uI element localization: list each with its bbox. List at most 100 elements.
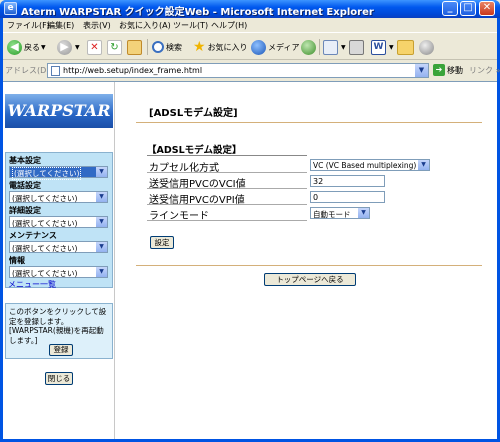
title-bar: e Aterm WARPSTAR クイック設定Web - Microsoft I… (0, 0, 500, 18)
vci-input[interactable]: 32 (310, 175, 385, 187)
back-to-top-button[interactable]: トップページへ戻る (264, 273, 356, 286)
address-input[interactable]: http://web.setup/index_frame.html ▼ (47, 63, 429, 78)
nav-select-maintenance[interactable]: (選択してください) ▼ (9, 241, 108, 253)
nav-panel: 基本設定 (選択してください) ▼ 電話設定 (選択してください) ▼ 詳細設定… (5, 152, 113, 288)
messenger-icon (419, 39, 434, 55)
encapsulation-select[interactable]: VC (VC Based multiplexing) ▼ (310, 159, 430, 171)
divider (136, 122, 482, 123)
search-label: 検索 (166, 42, 182, 52)
mail-button[interactable]: ▼ (323, 38, 346, 56)
nav-group-maintenance: メンテナンス (選択してください) ▼ (9, 230, 108, 253)
dropdown-arrow-icon: ▼ (41, 43, 46, 51)
back-button[interactable]: ◀ 戻る ▼ (7, 38, 46, 56)
nav-select-basic[interactable]: (選択してください) ▼ (9, 166, 108, 180)
chevron-down-icon: ▼ (96, 192, 107, 202)
chevron-down-icon[interactable]: ▼ (415, 64, 428, 77)
nav-label: 基本設定 (9, 156, 41, 165)
go-button[interactable]: ➔ 移動 (433, 64, 463, 76)
chevron-down-icon: ▼ (96, 167, 107, 177)
refresh-button[interactable]: ↻ (107, 38, 124, 56)
divider (136, 265, 482, 266)
row-line (147, 204, 307, 205)
history-button[interactable] (301, 38, 318, 56)
printer-icon (349, 39, 364, 55)
folder-button[interactable] (397, 38, 416, 56)
nav-group-phone: 電話設定 (選択してください) ▼ (9, 180, 108, 203)
media-button[interactable]: メディア (251, 38, 299, 56)
nav-select-value: (選択してください) (12, 194, 78, 203)
row-line (147, 172, 307, 173)
chevron-down-icon: ▼ (418, 160, 429, 170)
menu-edit[interactable]: 編集(E) (47, 20, 74, 31)
set-button[interactable]: 設定 (150, 236, 174, 249)
page-icon (51, 66, 60, 76)
nav-select-value: (選択してください) (12, 244, 78, 253)
nav-label: 電話設定 (9, 181, 41, 190)
page-content: WARPSTAR 基本設定 (選択してください) ▼ 電話設定 (選択してくださ… (3, 81, 497, 439)
stop-icon: ✕ (87, 39, 102, 55)
line-mode-value: 自動モード (313, 210, 351, 219)
mail-icon (323, 39, 338, 55)
maximize-button[interactable]: □ (460, 1, 476, 16)
edit-button[interactable]: W ▼ (371, 38, 394, 56)
menu-tools[interactable]: ツール(T) (173, 20, 208, 31)
address-url: http://web.setup/index_frame.html (63, 66, 203, 75)
window-title: Aterm WARPSTAR クイック設定Web - Microsoft Int… (21, 7, 374, 18)
divider (147, 155, 307, 156)
help-text: このボタンをクリックして設定を登録します。[WARPSTAR(親機)を再起動しま… (9, 307, 107, 345)
form-row-line-mode: ラインモード 自動モード ▼ (147, 206, 487, 222)
go-arrow-icon: ➔ (433, 64, 445, 76)
minimize-button[interactable]: _ (442, 1, 458, 16)
page-title: [ADSLモデム設定] (149, 108, 238, 119)
menu-file[interactable]: ファイル(F) (7, 20, 50, 31)
help-box: このボタンをクリックして設定を登録します。[WARPSTAR(親機)を再起動しま… (5, 303, 113, 359)
dropdown-arrow-icon: ▼ (389, 43, 394, 51)
form-row-encapsulation: カプセル化方式 VC (VC Based multiplexing) ▼ (147, 158, 487, 174)
vci-value: 32 (313, 177, 324, 186)
address-bar: アドレス(D) http://web.setup/index_frame.htm… (3, 61, 500, 79)
encapsulation-value: VC (VC Based multiplexing) (313, 161, 417, 170)
row-line (147, 220, 307, 221)
app-icon: e (4, 2, 17, 15)
go-label: 移動 (447, 65, 463, 75)
nav-select-value: (選択してください) (12, 269, 78, 278)
word-icon: W (371, 39, 386, 55)
folder-icon (397, 39, 414, 55)
menu-list-link[interactable]: メニュー一覧 (8, 279, 56, 290)
nav-select-advanced[interactable]: (選択してください) ▼ (9, 216, 108, 228)
menu-bar: ファイル(F) 編集(E) 表示(V) お気に入り(A) ツール(T) ヘルプ(… (3, 18, 497, 33)
form-row-vpi: 送受信用PVCのVPI値 0 (147, 190, 487, 206)
menu-favorites[interactable]: お気に入り(A) (119, 20, 171, 31)
nav-group-advanced: 詳細設定 (選択してください) ▼ (9, 205, 108, 228)
nav-select-phone[interactable]: (選択してください) ▼ (9, 191, 108, 203)
search-icon (152, 41, 164, 53)
vpi-input[interactable]: 0 (310, 191, 385, 203)
forward-button[interactable]: ▶ ▼ (57, 38, 80, 56)
menu-view[interactable]: 表示(V) (83, 20, 111, 31)
close-window-button[interactable]: ✕ (479, 1, 495, 16)
address-label: アドレス(D) (5, 66, 50, 75)
warpstar-logo: WARPSTAR (5, 94, 113, 128)
row-line (147, 188, 307, 189)
search-button[interactable]: 検索 (152, 38, 182, 56)
left-frame: WARPSTAR 基本設定 (選択してください) ▼ 電話設定 (選択してくださ… (3, 82, 115, 439)
close-button[interactable]: 閉じる (45, 372, 73, 385)
main-frame: [ADSLモデム設定] 【ADSLモデム設定】 カプセル化方式 VC (VC B… (116, 82, 497, 439)
favorites-button[interactable]: ★ お気に入り (193, 38, 248, 56)
chevron-down-icon: ▼ (96, 242, 107, 252)
nav-select-value: (選択してください) (12, 219, 78, 228)
messenger-button[interactable] (419, 38, 436, 56)
stop-button[interactable]: ✕ (87, 38, 104, 56)
history-icon (301, 39, 316, 55)
home-button[interactable] (127, 38, 144, 56)
links-button[interactable]: リンク » (469, 65, 500, 76)
toolbar-divider (147, 39, 148, 55)
menu-help[interactable]: ヘルプ(H) (211, 20, 247, 31)
media-label: メディア (268, 42, 300, 52)
nav-select-info[interactable]: (選択してください) ▼ (9, 266, 108, 278)
line-mode-select[interactable]: 自動モード ▼ (310, 207, 370, 219)
print-button[interactable] (349, 38, 366, 56)
nav-label: メンテナンス (9, 231, 57, 240)
register-button[interactable]: 登録 (49, 344, 73, 356)
form-row-vci: 送受信用PVCのVCI値 32 (147, 174, 487, 190)
